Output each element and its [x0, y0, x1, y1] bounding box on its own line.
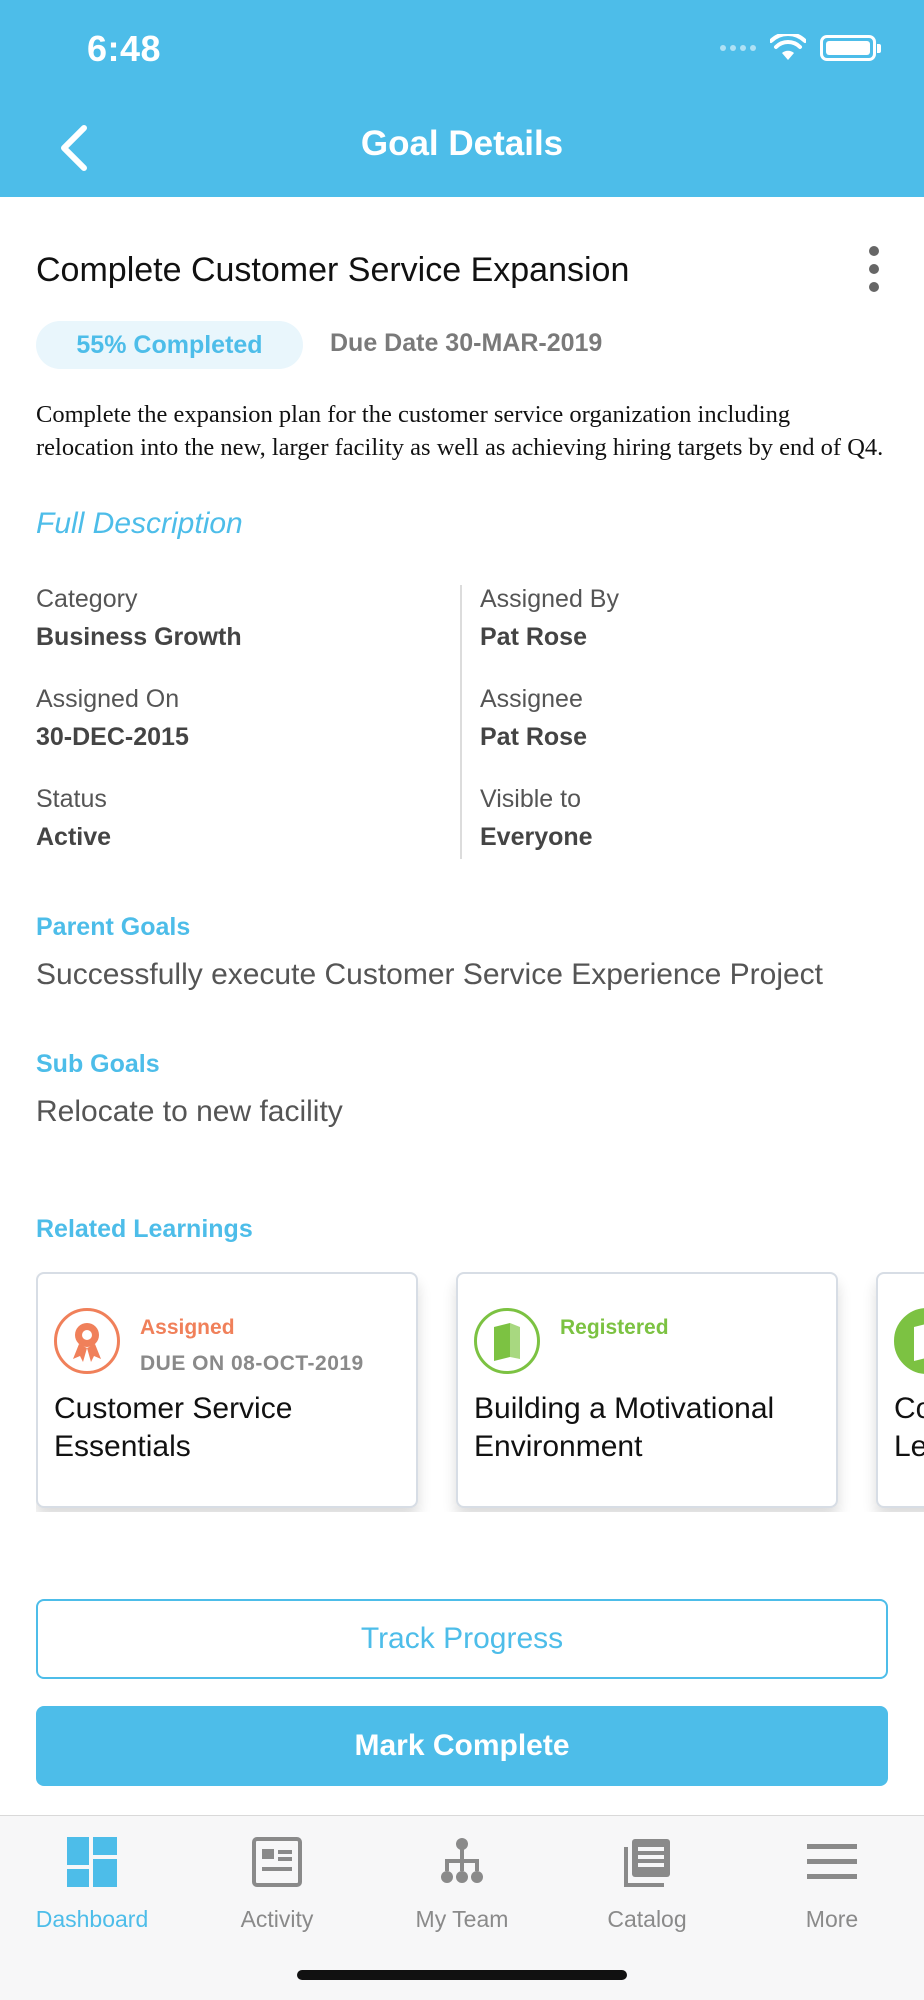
goal-fields: Category Business Growth Assigned On 30-… — [36, 585, 892, 859]
goal-title: Complete Customer Service Expansion — [36, 251, 630, 289]
page-title: Goal Details — [360, 124, 564, 163]
assignee-value: Pat Rose — [480, 723, 587, 751]
assigned-by-value: Pat Rose — [480, 623, 587, 651]
team-icon — [437, 1834, 487, 1890]
learning-due-date: DUE ON 08-OCT-2019 — [140, 1352, 364, 1375]
wifi-icon — [770, 34, 806, 60]
battery-icon — [820, 35, 881, 61]
learning-status: Assigned — [140, 1316, 235, 1339]
category-label: Category — [36, 585, 138, 613]
tab-catalog[interactable]: Catalog — [555, 1834, 739, 1944]
progress-badge: 55% Completed — [36, 321, 303, 369]
related-learnings-label: Related Learnings — [36, 1215, 253, 1243]
status-label: Status — [36, 785, 107, 813]
learning-cards-carousel[interactable]: Assigned DUE ON 08-OCT-2019 Customer Ser… — [36, 1272, 924, 1512]
tab-label: Catalog — [607, 1906, 687, 1932]
column-divider — [460, 585, 462, 859]
learning-title: Building a Motivational Environment — [474, 1392, 775, 1463]
award-ribbon-icon — [54, 1308, 120, 1374]
parent-goals-label: Parent Goals — [36, 913, 191, 941]
due-date: Due Date 30-MAR-2019 — [330, 329, 603, 357]
tab-label: Activity — [240, 1906, 314, 1932]
visible-to-value: Everyone — [480, 823, 593, 851]
dashboard-icon — [67, 1834, 117, 1890]
learning-title: Co Le — [894, 1392, 924, 1463]
learning-card[interactable]: Co Le — [876, 1272, 924, 1508]
category-value: Business Growth — [36, 623, 242, 651]
tab-my-team[interactable]: My Team — [370, 1834, 554, 1944]
learning-status: Registered — [560, 1316, 669, 1339]
track-progress-button[interactable]: Track Progress — [36, 1599, 888, 1679]
goal-description: Complete the expansion plan for the cust… — [36, 401, 884, 461]
menu-icon — [807, 1834, 857, 1890]
visible-to-label: Visible to — [480, 785, 581, 813]
book-icon — [894, 1308, 924, 1374]
sub-goal-item[interactable]: Relocate to new facility — [36, 1095, 343, 1129]
more-options-icon[interactable] — [862, 244, 886, 294]
assigned-on-label: Assigned On — [36, 685, 180, 713]
catalog-icon — [622, 1834, 672, 1890]
full-description-link[interactable]: Full Description — [36, 507, 243, 541]
tab-more[interactable]: More — [740, 1834, 924, 1944]
learning-card[interactable]: Assigned DUE ON 08-OCT-2019 Customer Ser… — [36, 1272, 418, 1508]
tab-activity[interactable]: Activity — [185, 1834, 369, 1944]
sub-goals-label: Sub Goals — [36, 1050, 160, 1078]
learning-title: Customer Service Essentials — [54, 1392, 293, 1463]
book-icon — [474, 1308, 540, 1374]
learning-card[interactable]: Registered Building a Motivational Envir… — [456, 1272, 838, 1508]
activity-icon — [252, 1834, 302, 1890]
mark-complete-button[interactable]: Mark Complete — [36, 1706, 888, 1786]
assigned-by-label: Assigned By — [480, 585, 619, 613]
parent-goal-item[interactable]: Successfully execute Customer Service Ex… — [36, 958, 823, 992]
tab-label: More — [805, 1906, 859, 1932]
tab-label: My Team — [415, 1906, 509, 1932]
tab-label: Dashboard — [35, 1906, 149, 1932]
tab-dashboard[interactable]: Dashboard — [0, 1834, 184, 1944]
status-value: Active — [36, 823, 112, 851]
status-icons — [720, 34, 881, 62]
signal-icon — [720, 45, 756, 51]
assigned-on-value: 30-DEC-2015 — [36, 723, 189, 751]
app-header: 6:48 Goal Details — [0, 0, 924, 197]
home-indicator — [297, 1970, 627, 1980]
assignee-label: Assignee — [480, 685, 583, 713]
status-time: 6:48 — [87, 28, 162, 69]
